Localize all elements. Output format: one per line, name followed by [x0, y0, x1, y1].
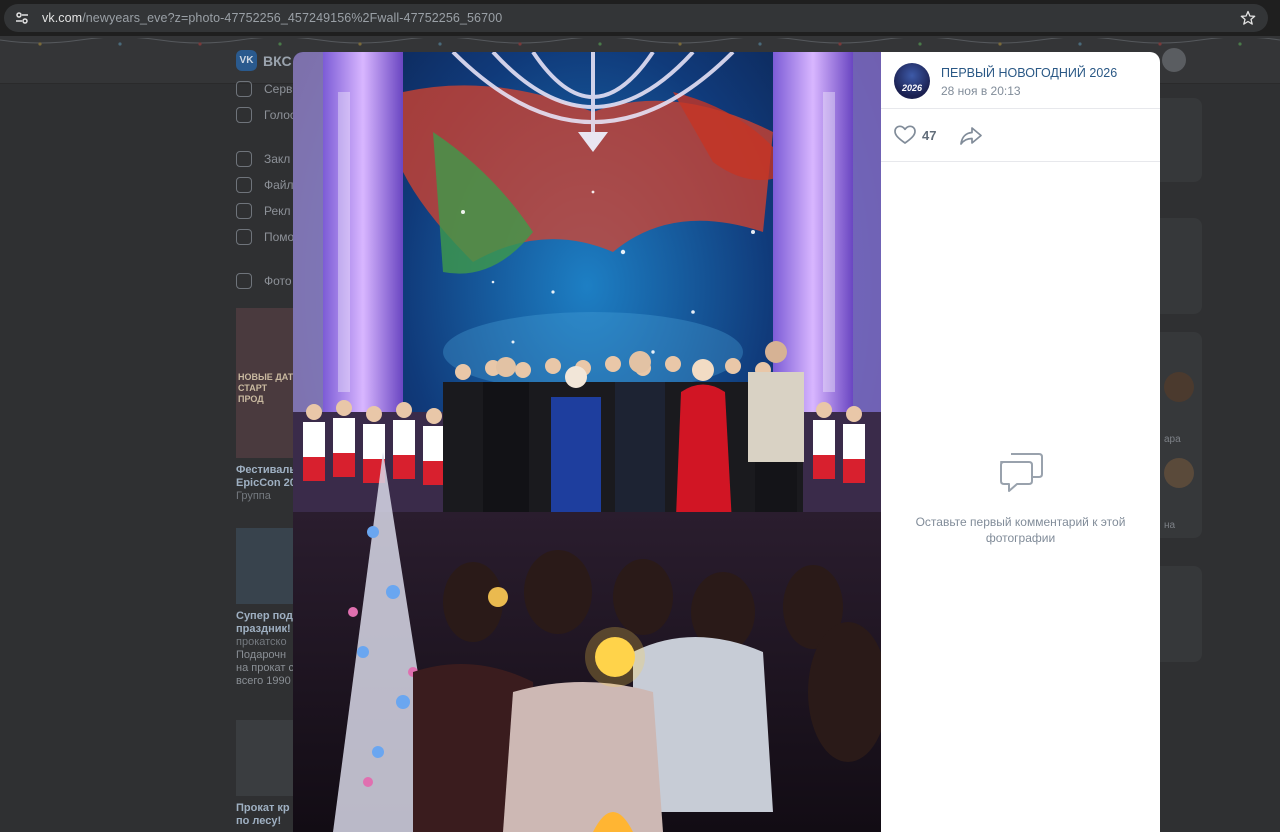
group-avatar[interactable]: 2026 — [894, 63, 930, 99]
megaphone-icon — [236, 203, 252, 219]
help-icon — [236, 229, 252, 245]
photo-icon — [236, 273, 252, 289]
url-text[interactable]: vk.com/newyears_eve?z=photo-47752256_457… — [42, 11, 502, 25]
right-widget — [1160, 218, 1202, 314]
ad-title: Прокат кр — [236, 802, 290, 814]
post-sidebar: 2026 ПЕРВЫЙ НОВОГОДНИЙ 2026 28 ноя в 20:… — [881, 52, 1160, 832]
menu-item-label: Голос — [264, 108, 294, 122]
ad-title: по лесу! — [236, 815, 282, 827]
ad-title: EpicCon 20 — [236, 477, 294, 489]
ad-body: Подарочн — [236, 649, 287, 661]
ad-card[interactable]: Прокат кр по лесу! — [236, 720, 294, 828]
ad-card[interactable]: Супер пода праздник! прокатско Подарочн … — [236, 528, 294, 688]
post-actions: 47 — [881, 109, 1160, 162]
concert-stage-photo — [293, 52, 881, 832]
file-icon — [236, 177, 252, 193]
menu-item-help[interactable]: Помо — [236, 224, 294, 250]
ad-title: Фестиваль — [236, 464, 294, 476]
right-widget — [1160, 566, 1202, 662]
bookmark-star-icon[interactable] — [1240, 10, 1256, 26]
browser-toolbar: vk.com/newyears_eve?z=photo-47752256_457… — [0, 0, 1280, 36]
profile-avatar[interactable] — [1162, 48, 1186, 72]
right-widget — [1160, 98, 1202, 182]
menu-item-label: Помо — [264, 230, 294, 244]
photo-image[interactable] — [293, 52, 881, 832]
like-button[interactable]: 47 — [894, 125, 936, 145]
comments-icon — [997, 450, 1045, 494]
menu-item-label: Фото — [264, 274, 292, 288]
left-menu: Серв Голос Закл Файл Рекл Помо Фото — [236, 76, 294, 294]
photo-viewer: 2026 ПЕРВЫЙ НОВОГОДНИЙ 2026 28 ноя в 20:… — [293, 52, 1160, 832]
services-icon — [236, 81, 252, 97]
ad-title: Супер пода — [236, 610, 294, 622]
menu-item-photos[interactable]: Фото — [236, 268, 294, 294]
menu-item-label: Рекл — [264, 204, 291, 218]
empty-comments-text: Оставьте первый комментарий к этой фотог… — [915, 515, 1126, 545]
menu-item-files[interactable]: Файл — [236, 172, 294, 198]
garland-decoration — [0, 38, 1280, 46]
ad-body: всего 1990 — [236, 675, 291, 687]
ad-card[interactable]: НОВЫЕ ДАТ СТАРТ ПРОД Фестиваль EpicCon 2… — [236, 308, 294, 503]
ad-image: НОВЫЕ ДАТ СТАРТ ПРОД — [236, 308, 294, 458]
heart-icon — [894, 125, 916, 144]
vk-logo[interactable]: VK ВКС — [236, 50, 292, 71]
friend-avatar[interactable] — [1164, 458, 1194, 488]
address-bar[interactable]: vk.com/newyears_eve?z=photo-47752256_457… — [4, 4, 1268, 32]
menu-item-label: Файл — [264, 178, 294, 192]
menu-item-services[interactable]: Серв — [236, 76, 294, 102]
menu-item-bookmarks[interactable]: Закл — [236, 146, 294, 172]
menu-item-label: Серв — [264, 82, 293, 96]
right-widget: ара на — [1160, 332, 1202, 538]
vk-logo-icon: VK — [236, 50, 257, 71]
url-host: vk.com — [42, 11, 83, 25]
empty-comments: Оставьте первый комментарий к этой фотог… — [881, 450, 1160, 546]
ad-body: на прокат с — [236, 662, 294, 674]
friend-avatar[interactable] — [1164, 372, 1194, 402]
post-header: 2026 ПЕРВЫЙ НОВОГОДНИЙ 2026 28 ноя в 20:… — [881, 52, 1160, 109]
post-date[interactable]: 28 ноя в 20:13 — [941, 84, 1021, 98]
share-button[interactable] — [959, 125, 983, 147]
ad-subtitle: прокатско — [236, 636, 287, 648]
group-name-link[interactable]: ПЕРВЫЙ НОВОГОДНИЙ 2026 — [941, 66, 1117, 80]
votes-icon — [236, 107, 252, 123]
like-count: 47 — [922, 127, 937, 143]
avatar-text: 2026 — [901, 83, 923, 93]
ad-banner-text: НОВЫЕ ДАТ СТАРТ ПРОД — [238, 372, 294, 404]
ad-image — [236, 528, 294, 604]
menu-item-votes[interactable]: Голос — [236, 102, 294, 128]
menu-item-label: Закл — [264, 152, 291, 166]
bookmark-icon — [236, 151, 252, 167]
url-path: /newyears_eve?z=photo-47752256_457249156… — [82, 11, 503, 25]
vk-logo-text: ВКС — [263, 52, 292, 69]
ad-title: праздник! — [236, 623, 291, 635]
share-icon — [960, 127, 982, 145]
site-info-icon[interactable] — [14, 10, 30, 26]
ad-image — [236, 720, 294, 796]
ad-subtitle: Группа — [236, 490, 271, 502]
friend-name: на — [1164, 520, 1176, 531]
friend-name: ара — [1164, 434, 1181, 445]
menu-item-ads[interactable]: Рекл — [236, 198, 294, 224]
